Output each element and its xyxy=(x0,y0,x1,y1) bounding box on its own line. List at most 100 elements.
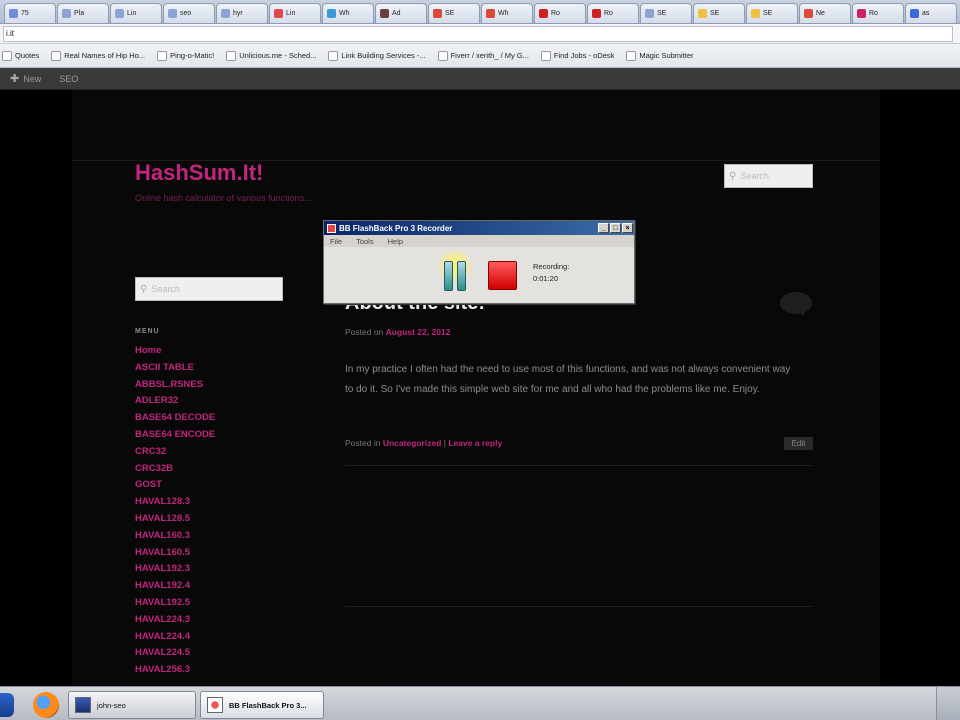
browser-tab[interactable]: hyr xyxy=(216,3,268,23)
menu-item[interactable]: HAVAL224.4 xyxy=(135,629,215,646)
menu-item[interactable]: HAVAL192.3 xyxy=(135,561,215,578)
bookmark-icon xyxy=(626,50,637,61)
browser-tab[interactable]: Lin xyxy=(110,3,162,23)
tab-label: Lin xyxy=(127,10,137,17)
menu-item[interactable]: CRC32B xyxy=(135,461,215,478)
plus-icon: ✚ xyxy=(10,73,20,85)
bookmark-item[interactable]: Ping-o-Matic! xyxy=(157,50,214,61)
bookmark-item[interactable]: Unlicious.me - Sched... xyxy=(226,50,316,61)
recorder-menu-item[interactable]: Tools xyxy=(356,237,374,246)
tab-label: Ro xyxy=(551,10,560,17)
admin-seo-button[interactable]: SEO xyxy=(59,74,78,84)
start-button[interactable] xyxy=(0,693,14,717)
browser-tab[interactable]: SE xyxy=(693,3,745,23)
recorder-title-bar[interactable]: BB FlashBack Pro 3 Recorder _ □ × xyxy=(324,221,634,235)
browser-tab[interactable]: Pla xyxy=(57,3,109,23)
recorder-window[interactable]: BB FlashBack Pro 3 Recorder _ □ × File To… xyxy=(323,220,635,304)
recorder-menu-item[interactable]: Help xyxy=(388,237,403,246)
tab-favicon-icon xyxy=(857,9,866,18)
tab-favicon-icon xyxy=(9,9,18,18)
bookmark-item[interactable]: Magic Submitter xyxy=(626,50,694,61)
edit-button[interactable]: Edit xyxy=(784,437,813,450)
taskbar-item-john-seo[interactable]: john-seo xyxy=(68,691,196,719)
browser-tab-bar: 75 Pla Lin seo hyr Lin Wh Ad SE Wh Ro Ro SE SE SE Ne Ro a… xyxy=(0,0,960,24)
browser-tab[interactable]: SE xyxy=(640,3,692,23)
site-description: Online hash calculator of various functi… xyxy=(135,193,312,203)
header-search-input[interactable]: ⚲ Search xyxy=(724,164,813,188)
menu-item[interactable]: Home xyxy=(135,343,215,360)
menu-item[interactable]: HAVAL192.5 xyxy=(135,595,215,612)
menu-item[interactable]: HAVAL224.5 xyxy=(135,645,215,662)
browser-tab[interactable]: SE xyxy=(428,3,480,23)
url-input[interactable]: i.it xyxy=(3,25,953,42)
post-date-link[interactable]: August 22, 2012 xyxy=(386,327,451,337)
firefox-icon[interactable] xyxy=(33,692,59,718)
hover-glow xyxy=(437,251,473,281)
recorder-menu-bar: File Tools Help xyxy=(324,235,634,247)
post-meta: Posted on August 22, 2012 xyxy=(345,327,450,337)
menu-item[interactable]: HAVAL160.5 xyxy=(135,545,215,562)
browser-tab[interactable]: Ro xyxy=(587,3,639,23)
maximize-button[interactable]: □ xyxy=(610,223,621,233)
browser-tab[interactable]: Wh xyxy=(481,3,533,23)
bookmark-item[interactable]: Find Jobs - oDesk xyxy=(540,50,614,61)
browser-tab[interactable]: as xyxy=(905,3,957,23)
taskbar-item-label: BB FlashBack Pro 3... xyxy=(229,700,307,710)
tab-favicon-icon xyxy=(433,9,442,18)
recorder-menu-item[interactable]: File xyxy=(330,237,342,246)
tab-favicon-icon xyxy=(380,9,389,18)
screen: 75 Pla Lin seo hyr Lin Wh Ad SE Wh Ro Ro SE SE SE Ne Ro a… xyxy=(0,0,960,720)
bookmark-label: Real Names of Hip Ho... xyxy=(64,51,146,60)
minimize-button[interactable]: _ xyxy=(598,223,609,233)
bookmark-item[interactable]: Link Building Services -... xyxy=(328,50,426,61)
menu-heading: MENU xyxy=(135,328,160,335)
stop-button[interactable] xyxy=(488,261,517,290)
bookmark-item[interactable]: Fiverr / xerith_ / My G... xyxy=(437,50,529,61)
bookmark-item[interactable]: Quotes xyxy=(2,50,40,61)
browser-tab[interactable]: seo xyxy=(163,3,215,23)
bookmark-item[interactable]: Real Names of Hip Ho... xyxy=(51,50,146,61)
menu-item[interactable]: BASE64 DECODE xyxy=(135,410,215,427)
close-button[interactable]: × xyxy=(622,223,633,233)
comment-bubble-icon[interactable] xyxy=(780,292,812,317)
menu-item[interactable]: ABBSL.RSNES xyxy=(135,377,215,394)
bookmark-label: Magic Submitter xyxy=(639,51,694,60)
taskbar-item-label: john-seo xyxy=(97,700,126,710)
menu-item[interactable]: GOST xyxy=(135,477,215,494)
bookmark-label: Quotes xyxy=(15,51,40,60)
browser-tab[interactable]: Wh xyxy=(322,3,374,23)
tab-favicon-icon xyxy=(751,9,760,18)
admin-new-label: New xyxy=(23,73,42,84)
site-title[interactable]: HashSum.It! xyxy=(135,160,263,186)
sidebar-search-input[interactable]: ⚲ Search xyxy=(135,277,283,301)
tab-label: Ad xyxy=(392,10,401,17)
admin-new-button[interactable]: ✚ New xyxy=(10,72,41,85)
tab-favicon-icon xyxy=(274,9,283,18)
tab-favicon-icon xyxy=(592,9,601,18)
tab-favicon-icon xyxy=(168,9,177,18)
browser-tab[interactable]: Ro xyxy=(852,3,904,23)
tab-label: seo xyxy=(180,10,192,17)
menu-item[interactable]: CRC32 xyxy=(135,444,215,461)
browser-tab[interactable]: Ne xyxy=(799,3,851,23)
browser-tab[interactable]: Ad xyxy=(375,3,427,23)
browser-tab[interactable]: Lin xyxy=(269,3,321,23)
browser-tab[interactable]: SE xyxy=(746,3,798,23)
tab-label: Wh xyxy=(498,10,509,17)
menu-item[interactable]: HAVAL160.3 xyxy=(135,528,215,545)
menu-item[interactable]: ADLER32 xyxy=(135,393,215,410)
menu-item[interactable]: BASE64 ENCODE xyxy=(135,427,215,444)
menu-item[interactable]: ASCII TABLE xyxy=(135,360,215,377)
browser-tab[interactable]: 75 xyxy=(4,3,56,23)
leave-reply-link[interactable]: Leave a reply xyxy=(448,438,502,448)
tab-label: Ro xyxy=(869,10,878,17)
menu-item[interactable]: HAVAL192.4 xyxy=(135,578,215,595)
menu-item[interactable]: HAVAL128.3 xyxy=(135,494,215,511)
taskbar-item-flashback[interactable]: BB FlashBack Pro 3... xyxy=(200,691,324,719)
menu-item[interactable]: HAVAL256.3 xyxy=(135,662,215,679)
pause-button[interactable] xyxy=(437,251,473,291)
menu-item[interactable]: HAVAL128.5 xyxy=(135,511,215,528)
browser-tab[interactable]: Ro xyxy=(534,3,586,23)
category-link[interactable]: Uncategorized xyxy=(383,438,442,448)
menu-item[interactable]: HAVAL224.3 xyxy=(135,612,215,629)
